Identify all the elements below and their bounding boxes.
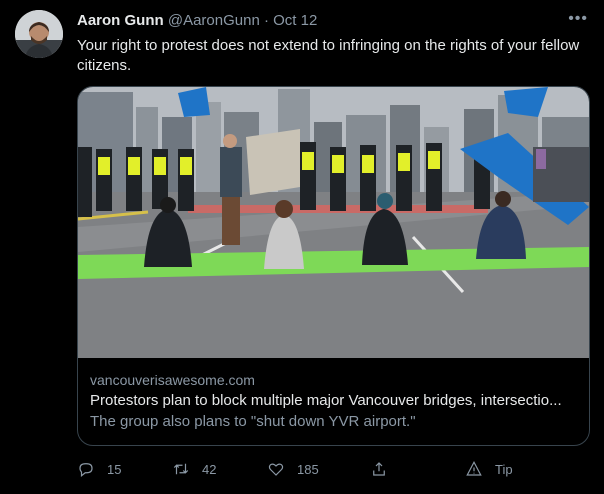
share-icon xyxy=(373,462,385,476)
heart-icon xyxy=(268,463,284,476)
tweet-text: Your right to protest does not extend to… xyxy=(77,37,580,74)
reply-button[interactable]: 15 xyxy=(77,460,121,478)
more-icon[interactable]: ••• xyxy=(568,10,588,28)
reply-count: 15 xyxy=(107,461,122,477)
card-headline[interactable]: Protestors plan to block multiple major … xyxy=(90,391,577,411)
card-domain: vancouverisawesome.com xyxy=(90,372,255,388)
separator-dot: · xyxy=(263,12,269,29)
like-count: 185 xyxy=(297,461,319,477)
author-name[interactable]: Aaron Gunn xyxy=(77,12,164,29)
like-button[interactable]: 185 xyxy=(267,460,319,478)
card-photo xyxy=(78,87,589,358)
share-button[interactable] xyxy=(370,460,388,478)
tip-button[interactable]: Tip xyxy=(465,460,513,478)
tweet-actions: 15 42 185 Tip xyxy=(77,460,537,484)
retweet-icon xyxy=(173,463,189,475)
retweet-button[interactable]: 42 xyxy=(172,460,216,478)
avatar-image xyxy=(15,10,63,58)
tip-icon xyxy=(466,460,482,476)
card-description: The group also plans to "shut down YVR a… xyxy=(90,413,416,430)
tip-label: Tip xyxy=(495,461,513,477)
author-avatar[interactable] xyxy=(15,10,63,58)
retweet-count: 42 xyxy=(202,461,217,477)
author-handle[interactable]: @AaronGunn xyxy=(168,12,260,29)
reply-icon xyxy=(79,463,93,477)
card-meta: vancouverisawesome.com Protestors plan t… xyxy=(90,371,577,432)
link-card[interactable]: vancouverisawesome.com Protestors plan t… xyxy=(77,86,590,446)
tweet-header: Aaron Gunn @AaronGunn · Oct 12 xyxy=(77,12,584,32)
tweet-date[interactable]: Oct 12 xyxy=(273,12,317,29)
